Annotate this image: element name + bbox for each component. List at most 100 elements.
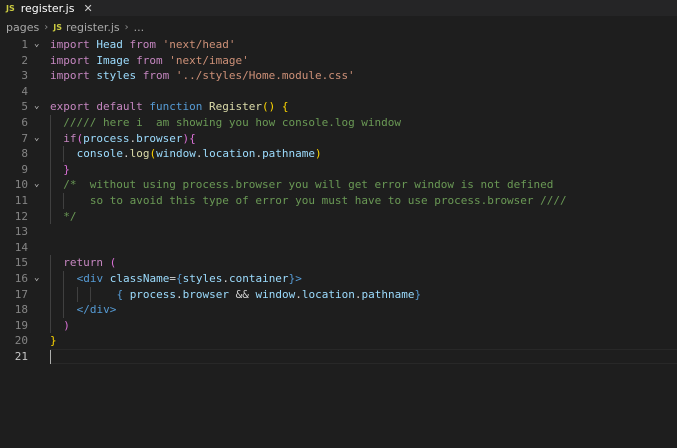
line-number: 2 — [21, 53, 28, 67]
code-token: 'next/head' — [162, 38, 236, 51]
code-token: from — [136, 53, 163, 67]
code-line[interactable]: 16 ⌄ <div className={styles.container}> — [0, 270, 677, 287]
code-line[interactable]: 9} — [0, 161, 677, 178]
code-line[interactable]: 11 so to avoid this type of error you mu… — [0, 192, 677, 209]
line-number: 1 — [21, 38, 28, 51]
code-token: styles — [96, 69, 137, 83]
indent-guide — [50, 146, 51, 162]
line-number: 14 — [14, 240, 28, 254]
indent-guide — [50, 302, 51, 318]
code-token: Head — [96, 38, 123, 51]
code-token: . — [295, 287, 302, 301]
chevron-right-icon: › — [44, 21, 49, 33]
line-number: 18 — [14, 303, 28, 317]
indent-guide — [76, 286, 78, 303]
code-token: if — [63, 131, 77, 145]
code-area[interactable]: 1 ⌄ import Head from 'next/head' 2 import Im… — [0, 37, 677, 365]
code-line[interactable]: 19) — [0, 317, 677, 334]
code-text: </div> — [77, 302, 117, 318]
chevron-down-icon[interactable]: ⌄ — [34, 99, 44, 115]
code-token: from — [142, 69, 170, 83]
code-line[interactable]: 14 — [0, 240, 677, 256]
code-token: browser — [136, 131, 183, 145]
chevron-down-icon[interactable]: ⌄ — [34, 131, 44, 147]
indent-guide — [50, 192, 51, 209]
code-token: process — [129, 287, 177, 301]
indent-guide — [63, 146, 65, 162]
code-line[interactable]: 4 — [0, 84, 677, 100]
line-number: 6 — [21, 115, 28, 129]
code-token: { — [175, 271, 183, 285]
line-number: 15 — [14, 256, 28, 270]
code-line[interactable]: 12 */ — [0, 208, 677, 225]
line-number: 3 — [21, 69, 28, 83]
text-cursor — [50, 349, 51, 364]
line-number: 13 — [14, 225, 28, 239]
indent-guide — [50, 130, 51, 147]
breadcrumb-folder[interactable]: pages — [6, 21, 39, 34]
chevron-right-icon: › — [124, 21, 129, 33]
code-line[interactable]: 17 { process.browser && window.location.… — [0, 286, 677, 303]
chevron-down-icon[interactable]: ⌄ — [34, 177, 44, 193]
chevron-down-icon[interactable]: ⌄ — [34, 271, 44, 287]
code-token: log — [129, 147, 150, 161]
code-token: 'next/image' — [169, 53, 249, 67]
code-token: = — [169, 271, 176, 285]
code-token: location — [301, 287, 355, 301]
code-editor[interactable]: JS register.js ✕ pages › JS register.js … — [0, 0, 677, 448]
code-line[interactable]: 7 ⌄ if(process.browser){ — [0, 130, 677, 147]
line-number: 9 — [21, 162, 28, 176]
code-line[interactable]: 8 console.log(window.location.pathname) — [0, 146, 677, 162]
chevron-down-icon[interactable]: ⌄ — [34, 37, 44, 53]
code-token: { — [281, 100, 289, 114]
code-line[interactable]: 18 </div> — [0, 302, 677, 318]
line-number: 8 — [21, 147, 28, 161]
code-token: return — [63, 256, 104, 270]
indent-guide — [50, 177, 51, 193]
code-line[interactable]: 5 ⌄ export default function Register() { — [0, 99, 677, 115]
code-token: } — [63, 162, 70, 176]
breadcrumb-symbol[interactable]: ... — [134, 21, 145, 34]
code-line[interactable]: 10 ⌄ /* without using process.browser you … — [0, 177, 677, 193]
code-token: Register — [208, 100, 262, 114]
code-line[interactable]: 15 return ( — [0, 255, 677, 271]
code-line[interactable]: 3 import styles from '../styles/Home.modu… — [0, 68, 677, 84]
code-token: ///// here i am showing you how console.… — [63, 115, 402, 129]
breadcrumb-file[interactable]: register.js — [66, 21, 120, 34]
code-line[interactable]: 1 ⌄ import Head from 'next/head' — [0, 37, 677, 53]
code-text: <div className={styles.container}> — [77, 271, 302, 287]
tab-register-js[interactable]: JS register.js ✕ — [0, 0, 93, 16]
code-text: import Head from 'next/head' — [50, 37, 235, 53]
code-line[interactable]: 21 — [0, 348, 677, 365]
indent-guide — [63, 286, 65, 303]
indent-guide — [89, 286, 91, 303]
close-icon[interactable]: ✕ — [83, 2, 92, 15]
code-text: ) — [63, 318, 70, 334]
code-token: } — [50, 334, 57, 348]
javascript-file-icon: JS — [53, 22, 62, 32]
code-token: window — [255, 287, 296, 301]
code-text: return ( — [63, 255, 116, 271]
code-token: > — [295, 271, 302, 285]
code-token: ) — [315, 147, 322, 161]
code-token: () — [261, 100, 276, 114]
code-line[interactable]: 20} — [0, 333, 677, 349]
indent-guide — [50, 317, 51, 334]
code-token: container — [228, 271, 289, 285]
code-token: </div> — [76, 303, 117, 317]
code-line[interactable]: 13 — [0, 224, 677, 240]
code-token: browser — [182, 287, 230, 301]
code-line[interactable]: 6 ///// here i am showing you how console… — [0, 114, 677, 131]
code-text: */ — [63, 209, 76, 225]
code-text: } — [63, 162, 70, 178]
line-number: 5 — [21, 100, 28, 114]
code-token: . — [122, 147, 130, 161]
tab-bar: JS register.js ✕ — [0, 0, 677, 16]
indent-guide — [63, 302, 65, 318]
code-line[interactable]: 2 import Image from 'next/image' — [0, 53, 677, 69]
line-number: 21 — [14, 349, 28, 363]
indent-guide — [50, 208, 51, 225]
